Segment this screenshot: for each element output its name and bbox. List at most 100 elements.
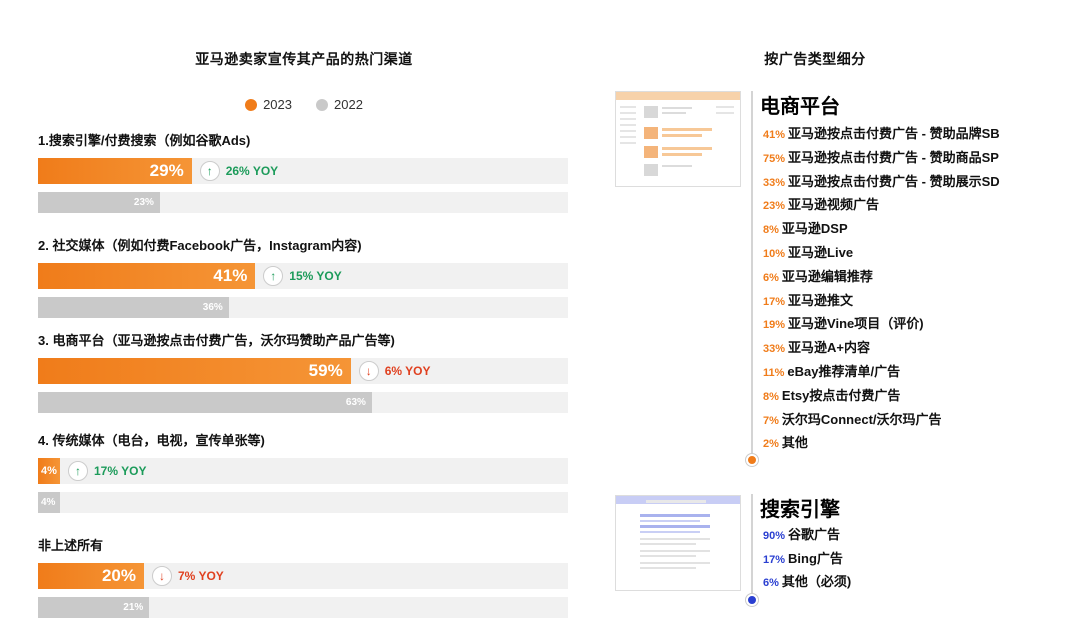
arrow-down-icon: ↓ xyxy=(152,566,172,586)
ad-type-label: 亚马逊推文 xyxy=(788,292,854,308)
legend-label-2023: 2023 xyxy=(263,97,292,112)
ad-type-percent: 19% xyxy=(763,319,786,332)
ad-type-row: 41% 亚马逊按点击付费广告 - 赞助品牌SB xyxy=(763,123,1000,142)
bar-track-2023: 59% xyxy=(38,358,568,384)
ad-type-row: 6% 其他（必须) xyxy=(763,571,851,590)
ad-type-label: Bing广告 xyxy=(788,550,843,566)
arrow-down-icon: ↓ xyxy=(358,361,379,381)
ad-type-row: 17% 亚马逊推文 xyxy=(763,290,853,309)
ad-type-row: 8% Etsy按点击付费广告 xyxy=(763,385,900,404)
ad-type-percent: 90% xyxy=(763,530,786,542)
yoy-text: 7% YOY xyxy=(178,569,224,583)
ad-type-percent: 8% xyxy=(763,390,779,403)
bar-value-2023: 4% xyxy=(41,465,57,477)
bar-value-2023: 41% xyxy=(213,266,248,285)
ad-type-label: 亚马逊DSP xyxy=(781,221,848,237)
bar-track-2022: 21% xyxy=(38,597,568,618)
category-label: 非上述所有 xyxy=(38,538,104,553)
legend-swatch-2022 xyxy=(316,98,328,111)
arrow-up-icon: ↑ xyxy=(68,461,88,481)
bar-track-2022: 63% xyxy=(38,392,568,413)
ad-type-label: 亚马逊视频广告 xyxy=(788,197,880,213)
ad-type-percent: 33% xyxy=(763,343,786,356)
bar-value-2022: 23% xyxy=(133,197,154,208)
ad-type-label: 亚马逊A+内容 xyxy=(788,340,871,356)
ecommerce-timeline xyxy=(751,91,753,461)
yoy-text: 17% YOY xyxy=(94,464,147,478)
arrow-up-icon: ↑ xyxy=(199,161,220,181)
ad-type-percent: 17% xyxy=(763,553,786,566)
ad-type-row: 7% 沃尔玛Connect/沃尔玛广告 xyxy=(763,409,942,428)
ad-type-label: 沃尔玛Connect/沃尔玛广告 xyxy=(781,411,942,427)
bar-value-2023: 59% xyxy=(308,361,343,380)
ad-type-label: 亚马逊按点击付费广告 - 赞助品牌SB xyxy=(788,126,1000,141)
bar-track-2022: 4% xyxy=(38,492,568,513)
breakdown-title: 按广告类型细分 xyxy=(764,51,866,67)
yoy-indicator: ↑ 26% YOY xyxy=(199,161,279,181)
bar-chart: 1.搜索引擎/付费搜索（例如谷歌Ads) 29% ↑ 26% YOY 23% 2. 社交媒… xyxy=(38,130,568,620)
ad-type-percent: 75% xyxy=(763,152,786,165)
ad-type-label: 亚马逊Vine项目（评价) xyxy=(788,316,924,332)
legend-swatch-2023 xyxy=(245,98,258,111)
ad-type-row: 6% 亚马逊编辑推荐 xyxy=(763,266,873,285)
ad-type-percent: 6% xyxy=(763,577,779,589)
ad-type-row: 17% Bing广告 xyxy=(763,548,843,567)
ad-type-label: 亚马逊编辑推荐 xyxy=(781,268,873,284)
bar-2022 xyxy=(38,392,372,413)
ad-type-percent: 33% xyxy=(763,176,786,189)
ad-type-row: 33% 亚马逊按点击付费广告 - 赞助展示SD xyxy=(763,171,1000,190)
category-label: 3. 电商平台（亚马逊按点击付费广告，沃尔玛赞助产品广告等) xyxy=(38,333,395,348)
yoy-text: 26% YOY xyxy=(225,164,279,178)
bar-track-2022: 23% xyxy=(38,192,568,213)
ad-type-label: 其他（必须) xyxy=(781,574,852,589)
bar-value-2022: 36% xyxy=(202,302,223,313)
section-title-ecommerce: 电商平台 xyxy=(760,96,840,118)
search-page-illustration xyxy=(616,496,740,569)
yoy-text: 15% YOY xyxy=(289,269,342,283)
ad-type-percent: 41% xyxy=(763,129,786,141)
ad-type-percent: 23% xyxy=(763,200,786,213)
yoy-indicator: ↓ 6% YOY xyxy=(358,361,431,381)
yoy-indicator: ↑ 15% YOY xyxy=(263,266,342,286)
legend-item-2023: 2023 xyxy=(245,97,292,112)
bar-2023 xyxy=(38,358,351,384)
ad-type-row: 75% 亚马逊按点击付费广告 - 赞助商品SP xyxy=(763,147,999,166)
ad-type-percent: 6% xyxy=(763,271,779,284)
legend: 2023 2022 xyxy=(40,97,568,112)
bar-track-2023: 29% xyxy=(38,158,568,184)
ecommerce-timeline-dot xyxy=(746,454,758,466)
bar-value-2022: 21% xyxy=(123,602,144,613)
bar-value-2023: 29% xyxy=(149,161,184,180)
ad-type-row: 2% 其他 xyxy=(763,432,808,451)
yoy-indicator: ↓ 7% YOY xyxy=(152,566,224,586)
ad-type-row: 90% 谷歌广告 xyxy=(763,524,840,543)
legend-item-2022: 2022 xyxy=(316,97,363,112)
ad-type-percent: 10% xyxy=(763,248,786,260)
ad-type-row: 19% 亚马逊Vine项目（评价) xyxy=(763,313,924,332)
search-timeline xyxy=(751,494,753,600)
ad-type-label: Etsy按点击付费广告 xyxy=(781,387,901,403)
ad-type-row: 11% eBay推荐清单/广告 xyxy=(763,361,900,380)
yoy-text: 6% YOY xyxy=(384,364,431,378)
section-title-search: 搜索引擎 xyxy=(760,499,840,521)
category-label: 2. 社交媒体（例如付费Facebook广告，Instagram内容) xyxy=(38,238,362,253)
bar-value-2022: 63% xyxy=(345,397,366,408)
ecommerce-page-illustration xyxy=(616,92,740,176)
ad-type-label: 亚马逊按点击付费广告 - 赞助商品SP xyxy=(788,149,999,165)
legend-label-2022: 2022 xyxy=(334,97,363,112)
yoy-indicator: ↑ 17% YOY xyxy=(68,461,146,481)
search-page-thumbnail xyxy=(615,495,741,591)
ad-type-percent: 17% xyxy=(763,295,786,308)
ad-type-percent: 8% xyxy=(763,224,779,237)
category-label: 4. 传统媒体（电台，电视，宣传单张等) xyxy=(38,433,265,448)
category-label: 1.搜索引擎/付费搜索（例如谷歌Ads) xyxy=(38,133,251,148)
ad-type-percent: 2% xyxy=(763,438,779,451)
chart-title: 亚马逊卖家宣传其产品的热门渠道 xyxy=(195,51,413,67)
bar-track-2023: 20% xyxy=(38,563,568,589)
ad-type-row: 8% 亚马逊DSP xyxy=(763,218,848,237)
ad-type-label: 其他 xyxy=(781,435,808,451)
ad-type-label: eBay推荐清单/广告 xyxy=(787,364,901,379)
bar-value-2023: 20% xyxy=(101,566,136,585)
ad-type-percent: 11% xyxy=(763,367,785,379)
bar-value-2022: 4% xyxy=(41,497,56,508)
